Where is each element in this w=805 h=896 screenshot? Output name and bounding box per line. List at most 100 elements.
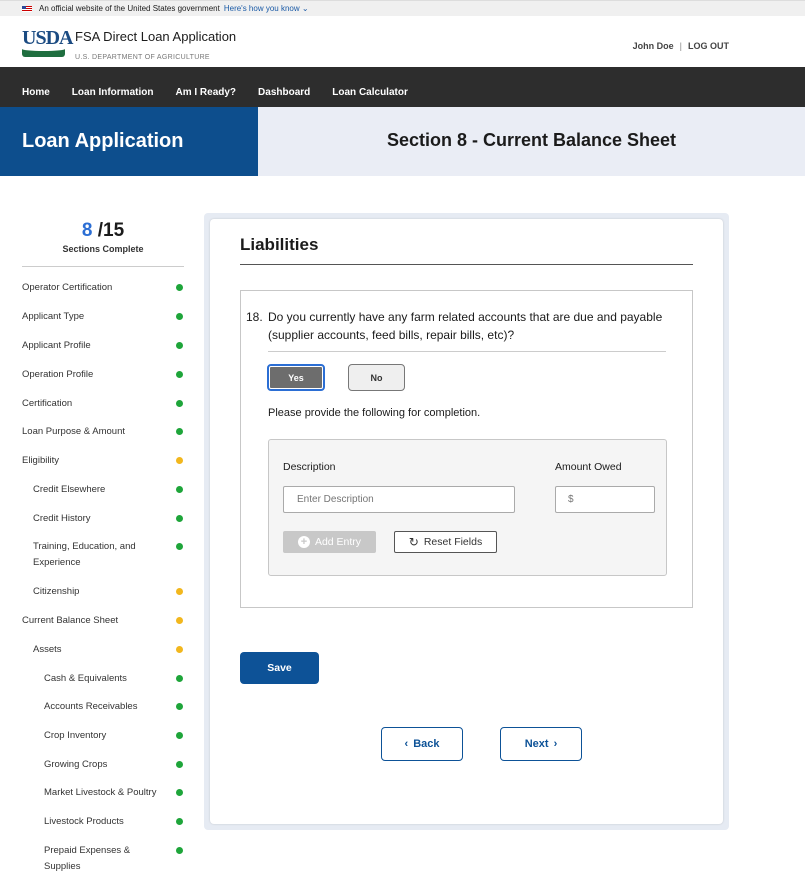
- liabilities-heading: Liabilities: [240, 235, 319, 254]
- status-dot-icon: [176, 617, 183, 624]
- sidebar-item-label: Eligibility: [22, 455, 59, 466]
- description-input[interactable]: [283, 486, 515, 513]
- chevron-down-icon: ⌄: [301, 4, 309, 13]
- sidebar-item-label: Credit Elsewhere: [33, 484, 106, 495]
- sidebar-item[interactable]: Training, Education, and Experience: [33, 539, 184, 571]
- sidebar-item-label: Operator Certification: [22, 282, 113, 293]
- amount-owed-label: Amount Owed: [555, 461, 622, 473]
- sidebar-item[interactable]: Market Livestock & Poultry: [44, 785, 184, 801]
- sidebar-item[interactable]: Applicant Profile: [22, 338, 184, 354]
- status-dot-icon: [176, 732, 183, 739]
- sidebar-item-label: Citizenship: [33, 586, 80, 597]
- progress-summary: 8 /15 Sections Complete: [22, 220, 184, 267]
- status-dot-icon: [176, 646, 183, 653]
- nav-dashboard[interactable]: Dashboard: [258, 87, 310, 98]
- progress-count: 8 /15: [22, 220, 184, 242]
- back-button[interactable]: ‹ Back: [381, 727, 463, 761]
- nav-home[interactable]: Home: [22, 87, 50, 98]
- sidebar-item[interactable]: Certification: [22, 396, 184, 412]
- sidebar-item[interactable]: Operation Profile: [22, 367, 184, 383]
- status-dot-icon: [176, 428, 183, 435]
- save-button[interactable]: Save: [240, 652, 319, 684]
- amount-owed-input[interactable]: [555, 486, 655, 513]
- sidebar-item-label: Crop Inventory: [44, 730, 107, 741]
- chevron-left-icon: ‹: [404, 738, 409, 750]
- sidebar-item-label: Prepaid Expenses & Supplies: [44, 845, 131, 872]
- sidebar-item[interactable]: Growing Crops: [44, 757, 184, 773]
- reset-fields-button[interactable]: ↻ Reset Fields: [394, 531, 497, 553]
- plus-circle-icon: +: [297, 536, 310, 548]
- nav-am-i-ready[interactable]: Am I Ready?: [175, 87, 236, 98]
- sidebar-item[interactable]: Livestock Products: [44, 814, 184, 830]
- status-dot-icon: [176, 543, 183, 550]
- sidebar-item[interactable]: Credit Elsewhere: [33, 482, 184, 498]
- status-dot-icon: [176, 342, 183, 349]
- status-dot-icon: [176, 847, 183, 854]
- sidebar-item-label: Applicant Profile: [22, 340, 91, 351]
- heres-how-you-know-link[interactable]: Here's how you know ⌄: [224, 4, 309, 13]
- nav-loan-information[interactable]: Loan Information: [72, 87, 154, 98]
- page-title: Loan Application: [0, 107, 258, 176]
- sidebar-item[interactable]: Accounts Receivables: [44, 699, 184, 715]
- description-label: Description: [283, 461, 336, 473]
- usda-logo[interactable]: USDA: [22, 27, 73, 59]
- sidebar: 8 /15 Sections Complete Operator Certifi…: [22, 220, 184, 872]
- status-dot-icon: [176, 400, 183, 407]
- main-card: Liabilities 18. Do you currently have an…: [210, 219, 723, 824]
- sidebar-item-label: Cash & Equivalents: [44, 673, 127, 684]
- sidebar-item[interactable]: Credit History: [33, 511, 184, 527]
- us-flag-icon: [22, 5, 32, 12]
- status-dot-icon: [176, 486, 183, 493]
- logout-link[interactable]: LOG OUT: [688, 41, 729, 51]
- user-area: John Doe | LOG OUT: [633, 41, 729, 51]
- next-button[interactable]: Next ›: [500, 727, 582, 761]
- sidebar-item-label: Operation Profile: [22, 369, 94, 380]
- nav-loan-calculator[interactable]: Loan Calculator: [332, 87, 408, 98]
- status-dot-icon: [176, 284, 183, 291]
- sidebar-item[interactable]: Current Balance Sheet: [22, 613, 184, 629]
- add-entry-button[interactable]: + Add Entry: [283, 531, 376, 553]
- usda-logo-text: USDA: [22, 27, 73, 49]
- user-separator: |: [679, 41, 682, 51]
- sidebar-item-label: Assets: [33, 644, 62, 655]
- status-dot-icon: [176, 313, 183, 320]
- question-label: Do you currently have any farm related a…: [268, 310, 663, 342]
- completion-hint: Please provide the following for complet…: [268, 407, 481, 419]
- status-dot-icon: [176, 457, 183, 464]
- gov-banner: An official website of the United States…: [0, 0, 805, 16]
- sidebar-item-label: Applicant Type: [22, 311, 85, 322]
- sidebar-item[interactable]: Cash & Equivalents: [44, 671, 184, 687]
- question-text: 18. Do you currently have any farm relat…: [246, 308, 666, 344]
- site-header: USDA FSA Direct Loan Application U.S. DE…: [0, 16, 805, 67]
- sidebar-item[interactable]: Prepaid Expenses & Supplies: [44, 843, 184, 875]
- next-label: Next: [524, 738, 549, 750]
- sidebar-item-label: Market Livestock & Poultry: [44, 787, 157, 798]
- sidebar-item[interactable]: Crop Inventory: [44, 728, 184, 744]
- sidebar-item[interactable]: Assets: [33, 642, 184, 658]
- sidebar-item-label: Livestock Products: [44, 816, 124, 827]
- entry-panel: Description Amount Owed + Add Entry ↻ Re…: [268, 439, 667, 576]
- gov-banner-text: An official website of the United States…: [39, 4, 220, 13]
- sidebar-item-label: Training, Education, and Experience: [33, 541, 136, 568]
- department-name: U.S. DEPARTMENT OF AGRICULTURE: [75, 54, 210, 61]
- sidebar-item[interactable]: Operator Certification: [22, 280, 184, 296]
- sidebar-item[interactable]: Loan Purpose & Amount: [22, 424, 184, 440]
- heading-divider: [240, 264, 693, 265]
- progress-label: Sections Complete: [62, 244, 144, 254]
- sidebar-item[interactable]: Citizenship: [33, 584, 184, 600]
- progress-total: /15: [97, 220, 125, 241]
- reset-fields-label: Reset Fields: [423, 536, 483, 548]
- status-dot-icon: [176, 371, 183, 378]
- add-entry-label: Add Entry: [314, 536, 362, 548]
- sidebar-item[interactable]: Applicant Type: [22, 309, 184, 325]
- yes-button[interactable]: Yes: [267, 364, 325, 391]
- refresh-icon: ↻: [408, 535, 419, 549]
- status-dot-icon: [176, 515, 183, 522]
- question-number: 18.: [246, 310, 263, 324]
- back-label: Back: [413, 738, 440, 750]
- progress-current: 8: [81, 220, 93, 241]
- sidebar-item[interactable]: Eligibility: [22, 453, 184, 469]
- user-name: John Doe: [632, 41, 674, 51]
- status-dot-icon: [176, 588, 183, 595]
- no-button[interactable]: No: [348, 364, 405, 391]
